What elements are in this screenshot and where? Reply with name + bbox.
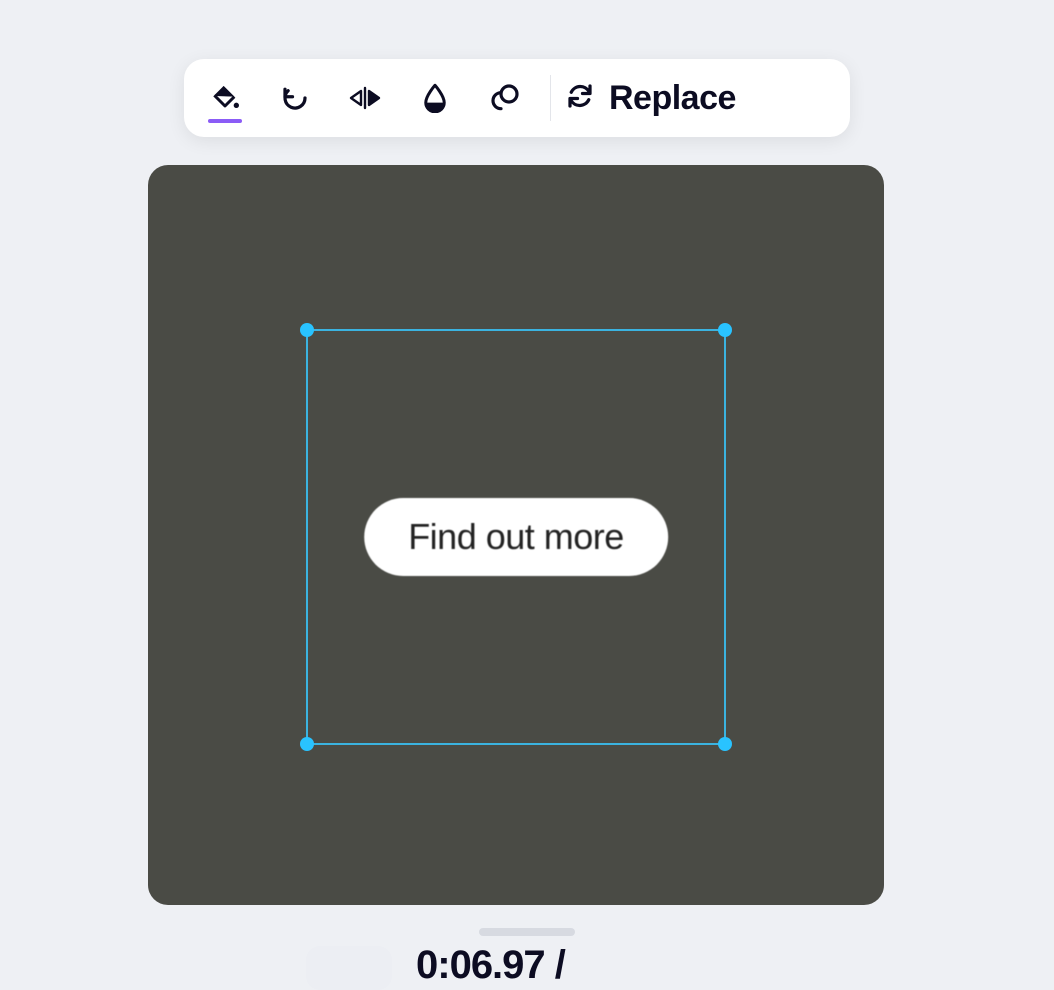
flip-horizontal-icon <box>348 83 382 113</box>
flip-button[interactable] <box>330 63 400 133</box>
cta-pill[interactable]: Find out more <box>364 498 668 576</box>
resize-handle-top-left[interactable] <box>300 323 314 337</box>
replace-button[interactable]: Replace <box>565 79 736 118</box>
toolbar: Replace <box>184 59 850 137</box>
toolbar-divider <box>550 75 551 121</box>
rotate-button[interactable] <box>260 63 330 133</box>
active-indicator <box>208 119 242 123</box>
timecode: 0:06.97 / <box>416 943 565 988</box>
rotate-ccw-icon <box>280 83 310 113</box>
resize-handle-bottom-right[interactable] <box>718 737 732 751</box>
fill-icon <box>209 82 241 114</box>
selection-box[interactable]: Find out more <box>306 329 726 745</box>
fill-button[interactable] <box>190 63 260 133</box>
resize-handle-top-right[interactable] <box>718 323 732 337</box>
sync-icon <box>565 81 595 116</box>
layers-icon <box>489 82 521 114</box>
footer-bar: 0:06.97 / <box>0 928 1054 970</box>
canvas-stage[interactable]: Find out more <box>148 165 884 905</box>
opacity-icon <box>421 83 449 113</box>
layers-button[interactable] <box>470 63 540 133</box>
drag-handle-icon[interactable] <box>479 928 575 936</box>
replace-label: Replace <box>609 79 736 118</box>
opacity-button[interactable] <box>400 63 470 133</box>
footer-chip[interactable] <box>306 946 392 990</box>
resize-handle-bottom-left[interactable] <box>300 737 314 751</box>
